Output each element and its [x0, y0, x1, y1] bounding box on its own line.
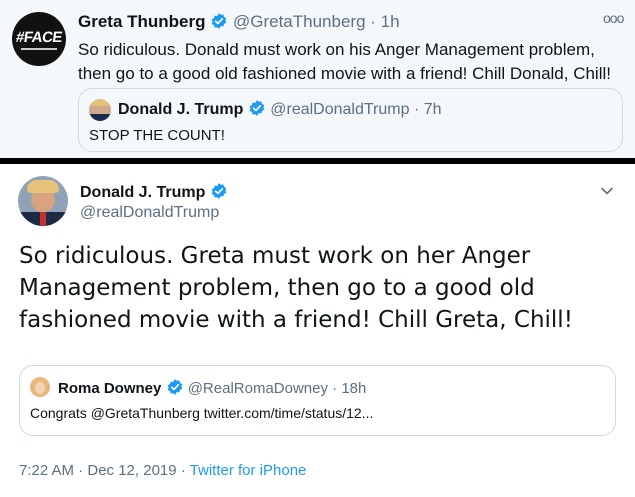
- quoted-tweet-text: Congrats @GretaThunberg twitter.com/time…: [30, 405, 374, 421]
- verified-badge-icon: [211, 183, 227, 199]
- tweet-source-link[interactable]: Twitter for iPhone: [190, 462, 307, 479]
- verified-badge-icon: [167, 379, 182, 395]
- author-name-row: Donald J. Trump: [80, 182, 228, 202]
- quoted-author-handle: @realDonaldTrump: [270, 101, 410, 118]
- quoted-tweet[interactable]: Roma Downey @RealRomaDowney · 18h Congra…: [19, 365, 616, 436]
- quoted-tweet-time: · 7h: [413, 101, 442, 118]
- author-handle[interactable]: @realDonaldTrump: [80, 204, 219, 222]
- quoted-tweet[interactable]: Donald J. Trump @realDonaldTrump · 7h ST…: [78, 88, 623, 152]
- trump-avatar[interactable]: [18, 176, 68, 226]
- author-name[interactable]: Donald J. Trump: [80, 184, 205, 201]
- quoted-tweet-header: Roma Downey @RealRomaDowney · 18h: [58, 378, 366, 397]
- trump-avatar-small: [89, 99, 111, 121]
- quoted-tweet-header: Donald J. Trump @realDonaldTrump · 7h: [118, 99, 442, 119]
- verified-badge-icon: [211, 13, 227, 29]
- avatar-subtext-line: [21, 48, 57, 50]
- chevron-down-icon[interactable]: [600, 184, 614, 198]
- bottom-tweet: Donald J. Trump @realDonaldTrump So ridi…: [0, 164, 635, 497]
- quoted-author-handle: @RealRomaDowney: [187, 380, 328, 397]
- quoted-tweet-time: · 18h: [332, 380, 367, 397]
- author-handle[interactable]: @GretaThunberg: [233, 12, 366, 31]
- tweet-text: So ridiculous. Donald must work on his A…: [78, 40, 611, 83]
- tweet-timestamp[interactable]: 7:22 AM · Dec 12, 2019 ·: [19, 462, 190, 479]
- author-name[interactable]: Greta Thunberg: [78, 12, 206, 31]
- top-tweet-header: Greta Thunberg @GretaThunberg · 1h: [78, 12, 400, 32]
- top-tweet[interactable]: #FACE Greta Thunberg @GretaThunberg · 1h…: [0, 0, 635, 158]
- roma-downey-avatar: [30, 377, 50, 397]
- avatar-suit: [89, 114, 111, 121]
- avatar-hair: [91, 99, 109, 106]
- more-icon[interactable]: ooo: [603, 10, 624, 26]
- quoted-author-name: Roma Downey: [58, 380, 162, 397]
- quoted-tweet-text: STOP THE COUNT!: [89, 127, 225, 144]
- tweet-text: So ridiculous. Greta must work on her An…: [19, 243, 573, 333]
- verified-badge-icon: [249, 100, 265, 116]
- avatar-tie: [40, 212, 46, 226]
- greta-avatar[interactable]: #FACE: [12, 12, 66, 66]
- avatar-hair: [27, 180, 59, 193]
- avatar-face-text: #FACE: [14, 29, 64, 46]
- tweet-footer: 7:22 AM · Dec 12, 2019 · Twitter for iPh…: [19, 462, 306, 479]
- tweet-time[interactable]: · 1h: [370, 12, 399, 31]
- quoted-author-name: Donald J. Trump: [118, 101, 244, 118]
- avatar-face: [35, 382, 45, 394]
